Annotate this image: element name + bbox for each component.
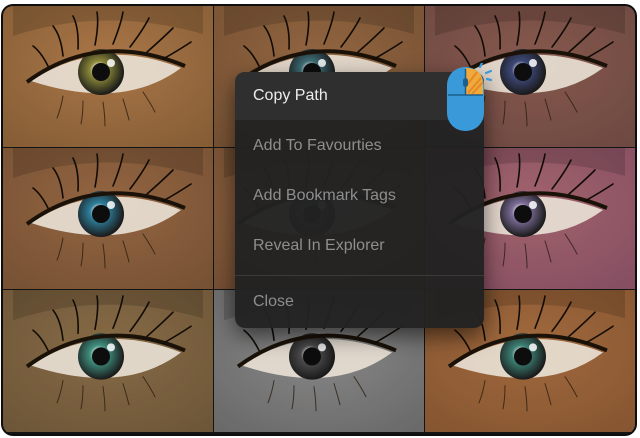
menu-item-label: Reveal In Explorer — [253, 237, 385, 254]
menu-item-reveal-in-explorer[interactable]: Reveal In Explorer — [235, 222, 484, 270]
menu-item-label: Add To Favourties — [253, 137, 382, 154]
menu-item-label: Add Bookmark Tags — [253, 187, 396, 204]
eye-photo-image — [3, 148, 213, 289]
eye-photo-thumbnail[interactable] — [3, 6, 213, 147]
eye-photo-image — [3, 290, 213, 432]
menu-item-add-bookmark-tags[interactable]: Add Bookmark Tags — [235, 172, 484, 220]
menu-item-label: Copy Path — [253, 87, 328, 104]
menu-item-close[interactable]: Close — [235, 278, 484, 326]
eye-photo-thumbnail[interactable] — [3, 148, 213, 289]
image-gallery-window: Copy Path Add To Favourties Add Bookmark… — [3, 6, 635, 434]
mouse-left-click-icon — [444, 61, 496, 135]
menu-item-label: Close — [253, 293, 294, 310]
menu-divider — [235, 275, 484, 276]
eye-photo-thumbnail[interactable] — [3, 290, 213, 432]
eye-photo-image — [3, 6, 213, 147]
